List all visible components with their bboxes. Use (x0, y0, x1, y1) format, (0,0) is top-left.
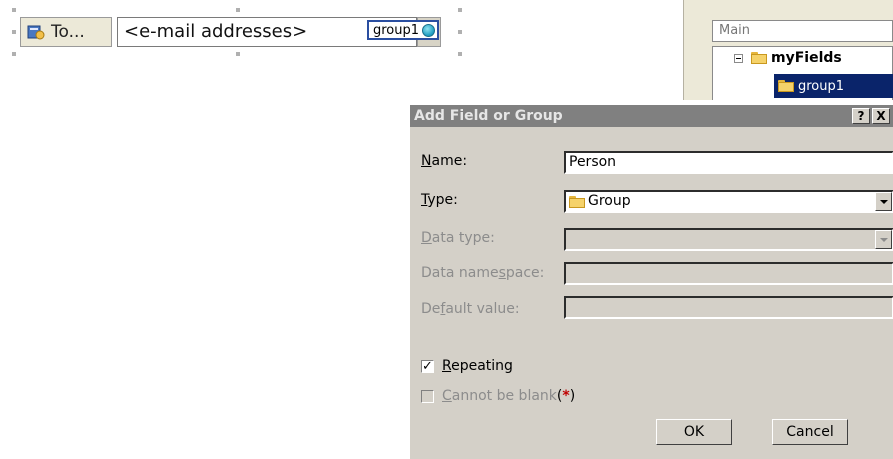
cannot-be-blank-checkbox (421, 389, 434, 403)
resize-handle[interactable] (12, 52, 16, 56)
folder-icon (751, 52, 767, 64)
cannot-be-blank-label: Cannot be blank(*) (442, 388, 576, 404)
default-value-label: Default value: (421, 301, 520, 317)
resize-handle[interactable] (236, 8, 240, 12)
group-binding-tag[interactable]: group1 (367, 20, 440, 40)
dialog-title: Add Field or Group (414, 108, 563, 124)
resize-handle[interactable] (458, 8, 462, 12)
default-value-input (564, 296, 893, 319)
type-label: Type: (421, 192, 458, 208)
dialog-titlebar[interactable]: Add Field or Group (410, 105, 893, 127)
data-namespace-label: Data namespace: (421, 265, 545, 281)
data-namespace-input (564, 262, 893, 285)
repeating-checkbox[interactable]: ✓ (421, 359, 434, 373)
cancel-button[interactable]: Cancel (772, 419, 848, 445)
chevron-down-icon (875, 230, 892, 249)
folder-icon (778, 80, 794, 92)
group-tag-label: group1 (373, 22, 420, 38)
resize-handle[interactable] (12, 30, 16, 34)
to-address-button[interactable]: To... (20, 17, 112, 47)
cannot-be-blank-option: Cannot be blank(*) (421, 388, 575, 404)
resize-handle[interactable] (12, 8, 16, 12)
type-value: Group (588, 193, 631, 209)
address-book-icon (27, 25, 45, 40)
data-source-dropdown[interactable]: Main (712, 20, 893, 42)
chevron-down-icon[interactable] (875, 192, 892, 211)
required-asterisk: * (562, 388, 570, 404)
tree-root-label: myFields (771, 50, 842, 66)
resize-handle[interactable] (458, 52, 462, 56)
repeating-label: Repeating (442, 358, 513, 374)
add-field-dialog: Add Field or Group ? X Name: Person Type… (409, 104, 893, 459)
resize-handle[interactable] (458, 30, 462, 34)
help-button[interactable]: ? (852, 108, 870, 124)
collapse-icon[interactable] (734, 53, 743, 63)
name-label: Name: (421, 153, 468, 169)
repeating-option[interactable]: ✓ Repeating (421, 358, 513, 374)
resize-handle[interactable] (236, 52, 240, 56)
binding-status-icon (422, 23, 436, 37)
ok-button[interactable]: OK (656, 419, 732, 445)
to-button-label: To... (51, 22, 85, 42)
data-type-label: Data type: (421, 230, 495, 246)
data-type-select (564, 228, 893, 251)
name-input[interactable]: Person (564, 151, 893, 174)
type-select[interactable]: Group (564, 190, 893, 213)
tree-child-label: group1 (798, 78, 845, 94)
close-button[interactable]: X (872, 108, 890, 124)
tree-node-root[interactable]: myFields (734, 50, 842, 66)
folder-icon (569, 195, 585, 208)
tree-node-selected[interactable]: group1 (774, 74, 893, 98)
